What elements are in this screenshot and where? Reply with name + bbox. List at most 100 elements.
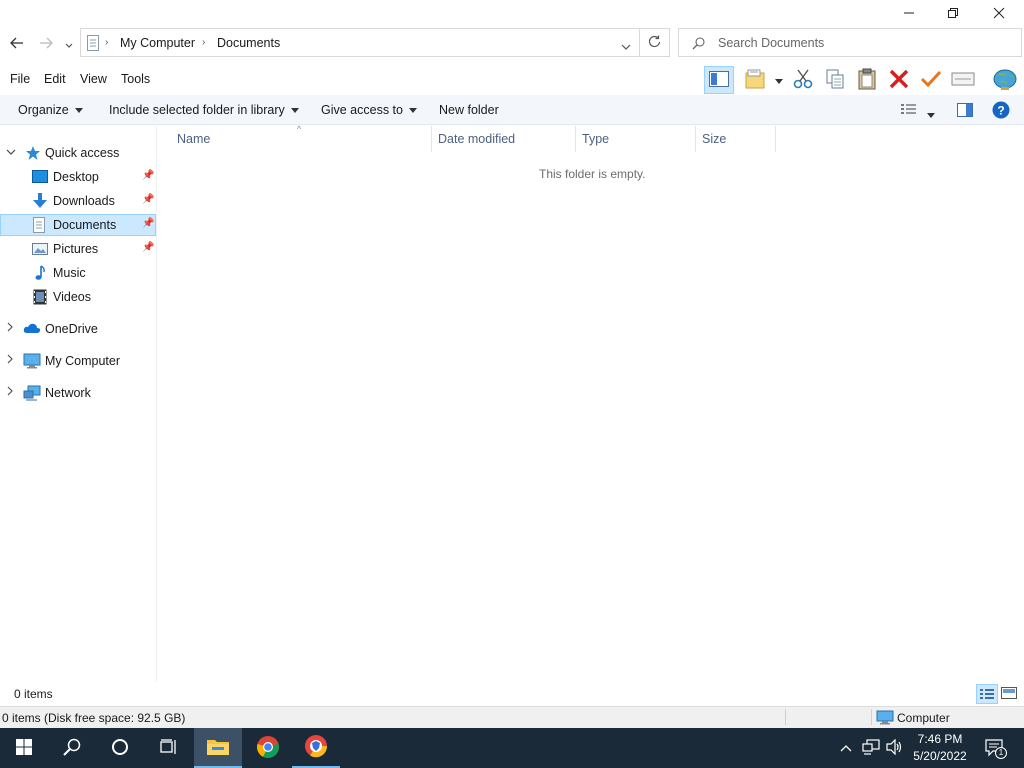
start-button[interactable]	[0, 728, 48, 768]
delete-button[interactable]	[886, 67, 912, 93]
column-divider[interactable]	[575, 126, 576, 152]
cut-button[interactable]	[790, 67, 816, 93]
nav-label: Downloads	[53, 194, 115, 208]
nav-item-music[interactable]: Music	[0, 262, 156, 284]
disk-space-text: 0 items (Disk free space: 92.5 GB)	[2, 711, 186, 725]
change-view-button[interactable]	[900, 103, 918, 118]
documents-icon	[86, 35, 100, 54]
pin-icon: 📌	[142, 242, 155, 253]
back-button[interactable]	[7, 34, 27, 54]
task-view-icon	[159, 738, 177, 758]
volume-button[interactable]	[884, 728, 906, 768]
include-in-library-button[interactable]: Include selected folder in library	[109, 103, 299, 117]
column-header-name[interactable]: Name	[177, 126, 431, 152]
task-view-button[interactable]	[144, 728, 192, 768]
copy-button[interactable]	[822, 67, 848, 93]
column-divider[interactable]	[775, 126, 776, 152]
taskbar-file-explorer[interactable]	[194, 728, 242, 768]
search-button[interactable]	[48, 728, 96, 768]
rename-icon	[951, 71, 975, 90]
taskbar-browser[interactable]	[292, 728, 340, 768]
new-folder-button[interactable]: New folder	[439, 103, 499, 117]
empty-folder-message: This folder is empty.	[539, 167, 646, 181]
nav-quick-access[interactable]: Quick access	[0, 142, 156, 164]
preview-pane-button[interactable]	[704, 66, 734, 94]
refresh-button[interactable]	[640, 28, 670, 57]
globe-button[interactable]	[990, 67, 1020, 93]
show-hidden-icons-button[interactable]	[836, 728, 856, 768]
delete-icon	[889, 69, 909, 92]
close-button[interactable]	[976, 0, 1022, 28]
restore-icon	[947, 7, 959, 22]
taskbar-chrome[interactable]	[244, 728, 292, 768]
nav-label: OneDrive	[45, 322, 98, 336]
column-divider[interactable]	[695, 126, 696, 152]
nav-label: Music	[53, 266, 86, 280]
computer-icon	[876, 710, 894, 728]
address-bar[interactable]: › My Computer › Documents	[80, 28, 640, 57]
nav-network[interactable]: Network	[0, 382, 156, 404]
taskbar: 7:46 PM 5/20/2022 1	[0, 728, 1024, 768]
copy-icon	[825, 69, 845, 92]
breadcrumb-documents[interactable]: Documents	[217, 36, 280, 50]
nav-item-downloads[interactable]: Downloads 📌	[0, 190, 156, 212]
column-divider[interactable]	[431, 126, 432, 152]
nav-label: Quick access	[45, 146, 120, 160]
arrow-left-icon	[10, 36, 24, 52]
forward-button[interactable]	[36, 34, 56, 54]
details-view-icon	[901, 104, 916, 114]
chevron-right-icon: ›	[202, 37, 206, 48]
folder-options-button[interactable]	[743, 67, 769, 93]
nav-label: Desktop	[53, 170, 99, 184]
search-box[interactable]: Search Documents	[678, 28, 1022, 57]
give-access-button[interactable]: Give access to	[321, 103, 417, 117]
action-center-button[interactable]: 1	[980, 728, 1010, 768]
clock[interactable]: 7:46 PM 5/20/2022	[908, 728, 972, 768]
paste-button[interactable]	[854, 67, 880, 93]
large-icons-view-icon	[1001, 687, 1017, 699]
column-label: Type	[582, 132, 610, 146]
nav-onedrive[interactable]: OneDrive	[0, 318, 156, 340]
large-icons-view-button[interactable]	[1001, 687, 1017, 702]
nav-item-pictures[interactable]: Pictures 📌	[0, 238, 156, 260]
nav-item-desktop[interactable]: Desktop 📌	[0, 166, 156, 188]
nav-label: Pictures	[53, 242, 99, 256]
refresh-icon	[648, 35, 661, 51]
close-icon	[993, 7, 1005, 22]
rename-button[interactable]	[950, 67, 976, 93]
breadcrumb-my-computer[interactable]: My Computer	[120, 36, 195, 50]
menu-file[interactable]: File	[10, 72, 30, 86]
apply-button[interactable]	[918, 67, 944, 93]
globe-icon	[992, 67, 1018, 94]
nav-label: Network	[45, 386, 91, 400]
nav-label: My Computer	[45, 354, 121, 368]
search-icon	[63, 738, 81, 759]
preview-pane-toggle[interactable]	[957, 103, 973, 120]
column-header-type[interactable]: Type	[582, 126, 695, 152]
column-header-size[interactable]: Size	[702, 126, 775, 152]
restore-button[interactable]	[930, 0, 976, 28]
circle-icon	[111, 738, 129, 759]
nav-item-documents[interactable]: Documents 📌	[0, 214, 156, 236]
search-input[interactable]: Search Documents	[718, 36, 824, 50]
help-button[interactable]: ?	[992, 101, 1010, 122]
address-dropdown-button[interactable]	[621, 40, 631, 54]
column-header-date-modified[interactable]: Date modified	[438, 126, 575, 152]
view-options-dropdown[interactable]	[927, 107, 935, 121]
caret-down-icon	[927, 113, 935, 118]
folder-options-dropdown[interactable]	[772, 67, 786, 93]
organize-button[interactable]: Organize	[18, 103, 83, 117]
nav-item-videos[interactable]: Videos	[0, 286, 156, 308]
recent-locations-button[interactable]	[62, 34, 76, 54]
menu-view[interactable]: View	[80, 72, 107, 86]
menu-tools[interactable]: Tools	[121, 72, 150, 86]
file-list[interactable]: ^ Name Date modified Type Size This fold…	[158, 124, 1024, 682]
network-tray-button[interactable]	[860, 728, 882, 768]
details-view-button[interactable]	[976, 684, 998, 704]
minimize-button[interactable]	[886, 0, 932, 28]
menu-edit[interactable]: Edit	[44, 72, 66, 86]
chevron-down-icon	[6, 147, 16, 159]
cortana-button[interactable]	[96, 728, 144, 768]
organize-label: Organize	[18, 103, 69, 117]
nav-my-computer[interactable]: My Computer	[0, 350, 156, 372]
